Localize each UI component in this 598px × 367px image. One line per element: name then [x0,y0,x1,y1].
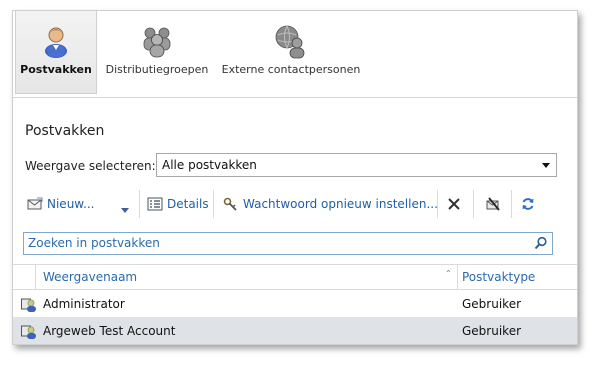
new-button-label: Nieuw... [47,197,95,211]
toolbar-separator [511,190,512,218]
user-icon [45,27,67,58]
toolbar-separator [213,190,214,218]
details-button-label: Details [167,197,209,211]
reset-password-button-label: Wachtwoord opnieuw instellen... [243,197,438,211]
new-button[interactable]: Nieuw... [27,192,94,216]
ribbon-distribution-groups-button[interactable]: Distributiegroepen [103,11,211,94]
search-placeholder: Zoeken in postvakken [28,236,160,250]
ribbon-label: Distributiegroepen [105,63,209,76]
details-icon [147,197,163,211]
column-divider [35,265,36,290]
view-select-label: Weergave selecteren: [25,159,156,173]
table-header: Weergavenaam ⌃ Postvaktype [13,264,577,290]
chevron-down-icon[interactable] [542,163,550,168]
disable-button[interactable] [485,192,505,216]
app-window: Postvakken Distributiegroepen Externe co… [12,10,578,345]
search-icon[interactable] [534,236,548,250]
search-input[interactable]: Zoeken in postvakken [23,232,553,255]
sort-ascending-icon: ⌃ [445,269,452,278]
table-row[interactable]: Argeweb Test Account Gebruiker [13,318,577,344]
contact-globe-icon [275,25,305,59]
column-divider [457,265,458,290]
mailbox-user-icon [21,298,36,312]
mailbox-user-icon [21,325,36,339]
toolbar: Nieuw... Details Wachtwoord opnieuw inst… [21,188,577,222]
cell-display-name: Argeweb Test Account [43,324,176,338]
new-dropdown-button[interactable] [121,198,133,222]
details-button[interactable]: Details [147,192,209,216]
ribbon-mailboxes-button[interactable]: Postvakken [15,11,97,94]
ribbon-label: Externe contactpersonen [221,63,361,76]
ribbon-external-contacts-button[interactable]: Externe contactpersonen [221,11,361,94]
dropdown-arrow-icon [121,207,129,213]
ribbon-label: Postvakken [20,63,92,76]
toolbar-separator [437,190,438,218]
toolbar-separator [139,190,140,218]
refresh-button[interactable] [521,192,539,216]
mail-new-icon [27,197,43,210]
column-header-display-name[interactable]: Weergavenaam [43,270,137,284]
group-icon [143,27,171,58]
delete-icon [448,198,460,210]
ribbon: Postvakken Distributiegroepen Externe co… [13,11,577,98]
page-title: Postvakken [25,123,105,139]
key-tool-icon [223,197,237,211]
table-row[interactable]: Administrator Gebruiker [13,291,577,318]
cell-mailbox-type: Gebruiker [462,297,522,311]
reset-password-button[interactable]: Wachtwoord opnieuw instellen... [223,192,438,216]
disable-icon [486,197,500,211]
cell-display-name: Administrator [43,297,125,311]
view-select[interactable]: Alle postvakken [156,153,557,177]
delete-button[interactable] [447,192,465,216]
cell-mailbox-type: Gebruiker [462,324,522,338]
toolbar-separator [473,190,474,218]
refresh-icon [522,198,534,210]
view-select-value: Alle postvakken [162,158,257,172]
column-header-mailbox-type[interactable]: Postvaktype [462,270,535,284]
